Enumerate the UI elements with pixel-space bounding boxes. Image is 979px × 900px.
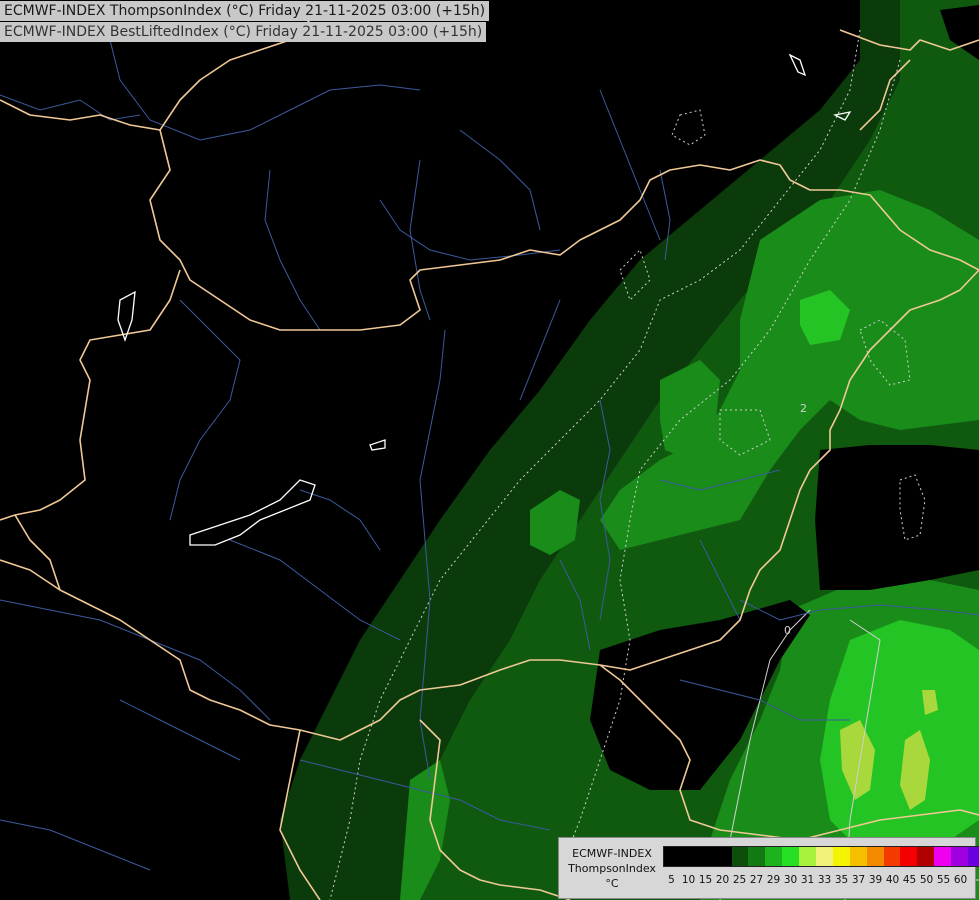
legend-swatch: [680, 847, 698, 866]
field-gap-east: [815, 445, 979, 590]
legend-swatch: [951, 847, 969, 866]
legend-tick: 29: [766, 874, 781, 886]
map-title-bestlifted: ECMWF-INDEX BestLiftedIndex (°C) Friday …: [0, 22, 487, 42]
legend-tick: 40: [885, 874, 900, 886]
legend-swatch: [697, 847, 715, 866]
legend-tick: 33: [817, 874, 832, 886]
legend-tick: 39: [868, 874, 883, 886]
legend-swatch: [866, 847, 884, 866]
legend-swatch: [968, 847, 979, 866]
legend-swatch: [849, 847, 867, 866]
legend-swatches: [663, 846, 979, 867]
color-legend: ECMWF-INDEX ThompsonIndex °C 5 10 15 20 25 27…: [558, 837, 979, 899]
legend-swatch: [816, 847, 833, 866]
legend-unit: °C: [605, 877, 619, 890]
legend-tick: 27: [749, 874, 764, 886]
legend-tick: 37: [851, 874, 866, 886]
map-title-thompson: ECMWF-INDEX ThompsonIndex (°C) Friday 21…: [0, 1, 490, 21]
legend-swatch: [664, 847, 681, 866]
legend-swatch: [799, 847, 817, 866]
legend-tick: 35: [834, 874, 849, 886]
legend-tick: 20: [715, 874, 730, 886]
legend-source: ECMWF-INDEX: [572, 847, 652, 860]
legend-ticks: 5 10 15 20 25 27 29 30 31 33 35 37 39 40 45 50 55 60: [663, 874, 969, 886]
legend-tick: 50: [919, 874, 934, 886]
contour-label-2: 2: [800, 402, 807, 415]
legend-tick: 15: [698, 874, 713, 886]
legend-tick: 30: [783, 874, 798, 886]
legend-swatch: [917, 847, 935, 866]
legend-tick: 55: [936, 874, 951, 886]
legend-tick: 45: [902, 874, 917, 886]
legend-swatch: [883, 847, 901, 866]
contour-label-0: 0: [784, 624, 791, 637]
legend-variable: ThompsonIndex: [568, 862, 656, 875]
legend-swatch: [714, 847, 732, 866]
legend-tick: 60: [953, 874, 968, 886]
legend-swatch: [765, 847, 783, 866]
legend-label: ECMWF-INDEX ThompsonIndex °C: [563, 846, 661, 891]
legend-swatch: [748, 847, 766, 866]
legend-tick: 5: [668, 874, 675, 886]
legend-swatch: [782, 847, 800, 866]
legend-swatch: [900, 847, 918, 866]
legend-tick: 25: [732, 874, 747, 886]
weather-map: 2 0: [0, 0, 979, 900]
legend-tick: 10: [681, 874, 696, 886]
legend-tick: 31: [800, 874, 815, 886]
legend-swatch: [832, 847, 850, 866]
legend-swatch: [934, 847, 952, 866]
legend-swatch: [731, 847, 749, 866]
